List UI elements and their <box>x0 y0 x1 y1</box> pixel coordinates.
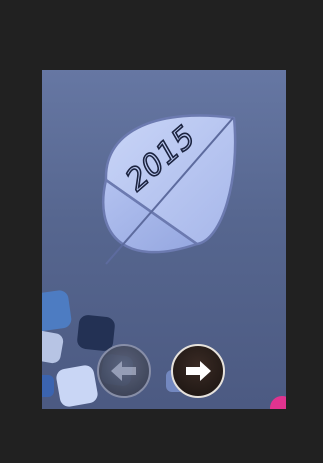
previous-button[interactable]: arrow-left-icon <box>97 344 151 398</box>
slide-artwork: 2015 <box>42 114 286 409</box>
decorative-tiles <box>42 290 286 409</box>
viewer-window: 2015 arrow-left-icon arrow-right-icon <box>0 0 323 463</box>
leaf-emblem: 2015 <box>101 114 237 265</box>
slide-preview: 2015 <box>42 70 286 409</box>
next-button[interactable]: arrow-right-icon <box>171 344 225 398</box>
arrow-left-icon <box>111 361 136 381</box>
arrow-right-icon <box>186 361 211 381</box>
